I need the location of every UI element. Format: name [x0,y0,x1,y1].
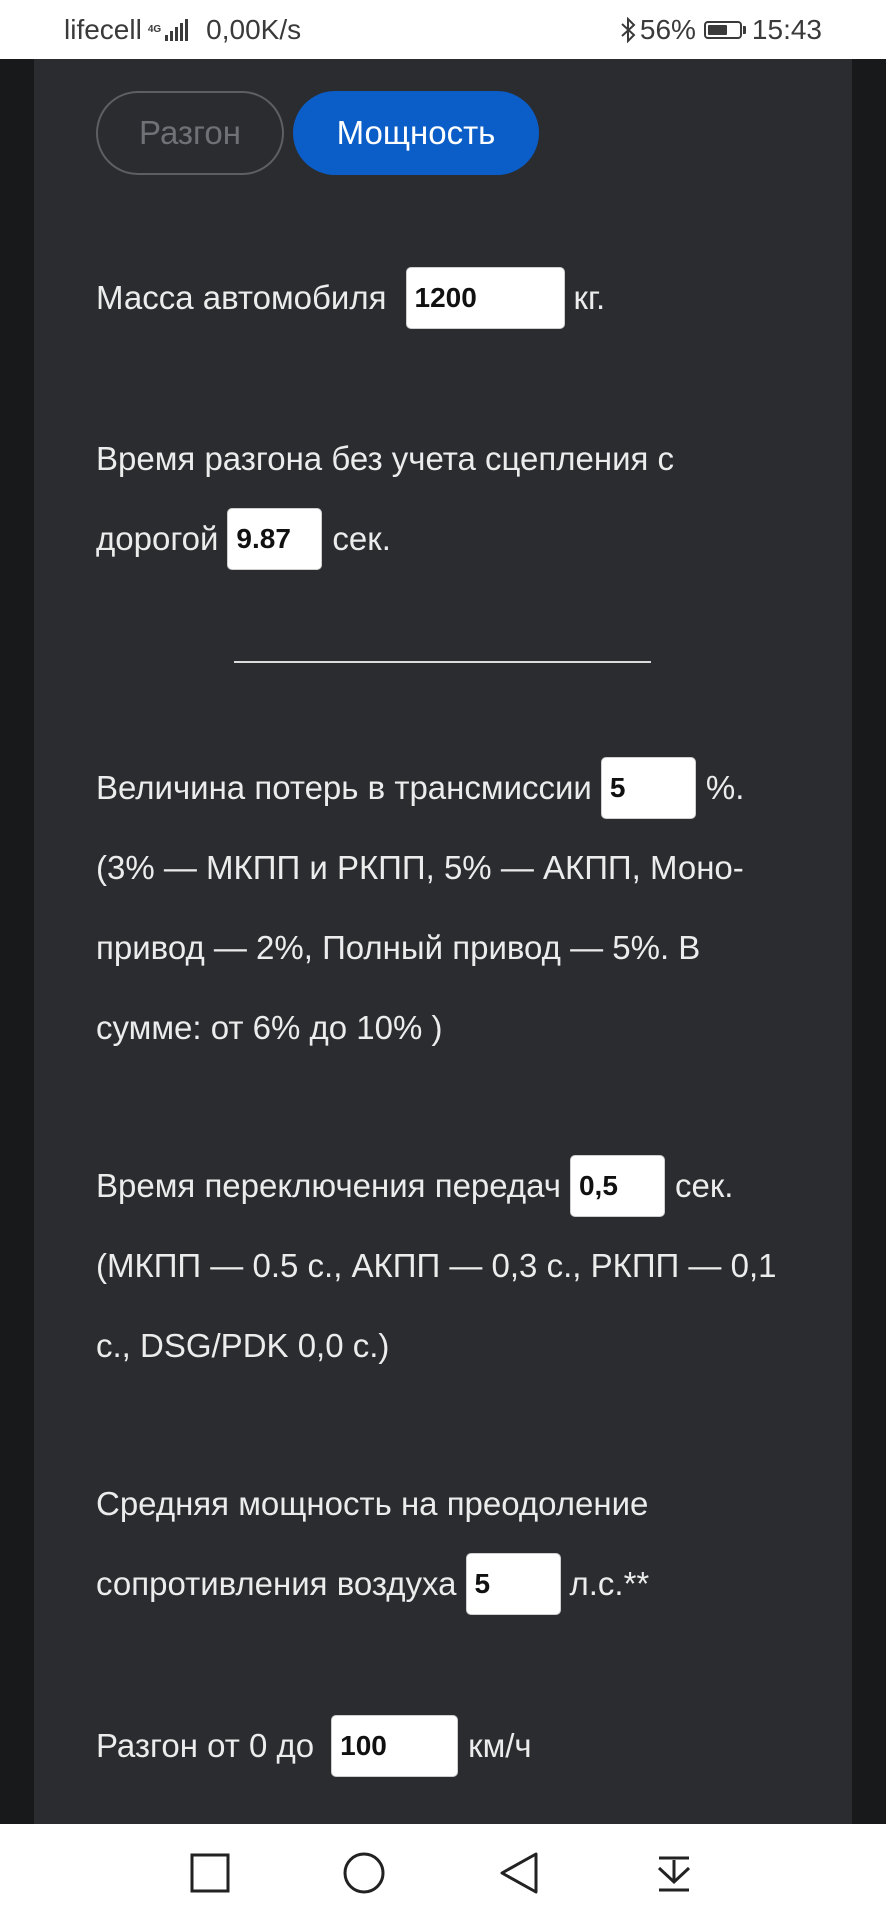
pull-down-icon[interactable] [647,1846,701,1900]
shift-time-input[interactable]: 0,5 [569,1155,665,1217]
carrier-name: lifecell [64,14,142,45]
accel-time-input[interactable]: 9.87 [227,508,323,570]
shift-time-label: Время переключения передач [96,1167,561,1204]
mass-unit: кг. [573,279,606,316]
air-resistance-input[interactable]: 5 [465,1553,561,1615]
network-speed: 0,00K/s [206,14,302,45]
air-resistance-unit: л.с.** [569,1565,650,1602]
transmission-loss-note: сумме: от 6% до 10% ) [96,1009,443,1046]
transmission-loss-input[interactable]: 5 [600,757,696,819]
mass-input[interactable]: 1200 [405,267,565,329]
transmission-loss-unit: %. [705,769,745,806]
air-resistance-label: сопротивления воздуха [96,1565,457,1602]
accel-time-label-line1: Время разгона без учета сцепления с [96,440,675,477]
section-divider [234,661,651,663]
accel-time-unit: сек. [332,520,391,557]
transmission-loss-note: привод — 2%, Полный привод — 5%. В [96,929,701,966]
tab-power[interactable]: Мощность [293,91,539,175]
battery-icon [703,21,746,39]
signal-icon [165,19,189,41]
app-content: Разгон Мощность Масса автомобиля 1200 кг… [0,59,886,1824]
speed-range-row: Разгон от 0 до 100 км/ч [96,1706,532,1786]
mass-label: Масса автомобиля [96,279,387,316]
accel-time-block: Время разгона без учета сцепления с доро… [96,419,674,579]
accel-time-label: дорогой [96,520,219,557]
speed-range-label: Разгон от 0 до [96,1727,315,1764]
tab-acceleration[interactable]: Разгон [96,91,284,175]
system-nav-bar [0,1824,886,1920]
transmission-loss-note: (3% — МКПП и РКПП, 5% — АКПП, Моно- [96,849,744,886]
calculator-panel: Разгон Мощность Масса автомобиля 1200 кг… [34,59,852,1824]
shift-time-unit: сек. [674,1167,734,1204]
battery-percent: 56% [639,14,696,45]
speed-range-unit: км/ч [468,1727,532,1764]
square-icon[interactable] [183,1846,237,1900]
circle-icon[interactable] [337,1846,391,1900]
mass-row: Масса автомобиля 1200 кг. [96,258,605,338]
air-resistance-label-line1: Средняя мощность на преодоление [96,1485,649,1522]
speed-range-input[interactable]: 100 [331,1715,459,1777]
status-bar: lifecell 4G 0,00K/s 56% 15:43 [0,0,886,59]
tab-bar: Разгон Мощность [96,91,539,175]
bluetooth-icon [620,17,636,43]
transmission-loss-label: Величина потерь в трансмиссии [96,769,592,806]
air-resistance-block: Средняя мощность на преодоление сопротив… [96,1464,649,1624]
network-type-badge: 4G [147,24,162,35]
shift-time-note: (МКПП — 0.5 с., АКПП — 0,3 с., РКПП — 0,… [96,1247,777,1284]
triangle-back-icon[interactable] [492,1846,546,1900]
clock: 15:43 [751,14,822,45]
shift-time-block: Время переключения передач 0,5 сек. (МКП… [96,1146,776,1386]
transmission-loss-block: Величина потерь в трансмиссии 5 %. (3% —… [96,748,744,1068]
shift-time-note: с., DSG/PDK 0,0 с.) [96,1327,390,1364]
